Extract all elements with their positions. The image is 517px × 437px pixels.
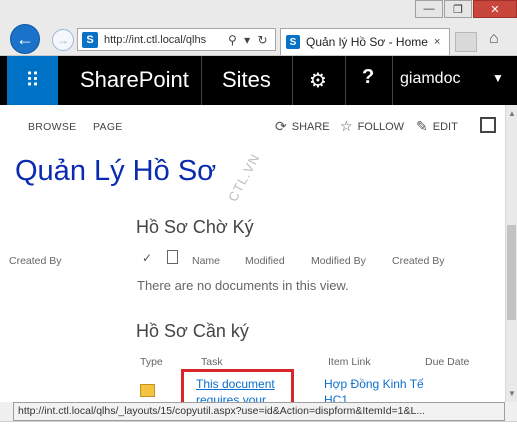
star-icon: ☆ xyxy=(340,118,353,134)
scroll-thumb[interactable] xyxy=(507,225,516,320)
focus-content-icon[interactable] xyxy=(480,117,496,133)
share-button[interactable]: ⟳ SHARE xyxy=(275,118,330,135)
new-tab-button[interactable] xyxy=(455,32,477,52)
address-bar[interactable]: S http://int.ctl.local/qlhs ⚲ ▾ ↻ xyxy=(77,28,276,51)
checkmark-icon[interactable]: ✓ xyxy=(142,251,152,265)
item-link[interactable]: Hợp Đồng Kinh Tế HC1 xyxy=(324,376,424,402)
browser-tab[interactable]: S Quản lý Hồ Sơ - Home × xyxy=(280,28,450,55)
edit-button[interactable]: ✎ EDIT xyxy=(416,118,458,135)
column-header-modified-by[interactable]: Modified By xyxy=(311,255,366,267)
share-label: SHARE xyxy=(291,120,330,133)
column-header-due-date[interactable]: Due Date xyxy=(425,356,469,368)
divider xyxy=(292,56,293,105)
tab-browse[interactable]: BROWSE xyxy=(28,121,76,133)
brand-label[interactable]: SharePoint xyxy=(80,67,189,93)
column-header-created-by[interactable]: Created By xyxy=(392,255,445,267)
tab-page[interactable]: PAGE xyxy=(93,121,123,133)
edit-label: EDIT xyxy=(432,120,458,133)
column-header-name[interactable]: Name xyxy=(192,255,220,267)
sharepoint-favicon-icon: S xyxy=(82,31,98,48)
user-menu[interactable]: giamdoc xyxy=(400,70,460,88)
scroll-down-icon[interactable]: ▼ xyxy=(508,389,516,398)
caret-down-icon[interactable]: ▼ xyxy=(492,71,504,85)
column-header-type[interactable]: Type xyxy=(140,356,163,368)
bottom-bar xyxy=(0,421,517,437)
main-content: Quản Lý Hồ Sơ CTL.VN Hồ Sơ Chờ Ký Create… xyxy=(0,147,505,402)
divider xyxy=(392,56,393,105)
app-launcher-button[interactable]: ⠿ xyxy=(7,56,58,105)
column-header-modified[interactable]: Modified xyxy=(245,255,285,267)
column-header-task[interactable]: Task xyxy=(201,356,223,368)
column-header-item-link[interactable]: Item Link xyxy=(328,356,371,368)
divider xyxy=(201,56,202,105)
ribbon: BROWSE PAGE ⟳ SHARE ☆ FOLLOW ✎ EDIT xyxy=(0,105,505,147)
document-icon xyxy=(167,250,178,264)
status-bar-url: http://int.ctl.local/qlhs/_layouts/15/co… xyxy=(13,402,505,421)
highlight-box xyxy=(181,369,294,402)
gear-icon[interactable]: ⚙ xyxy=(309,68,327,93)
empty-view-message: There are no documents in this view. xyxy=(137,278,349,293)
waffle-grid-icon: ⠿ xyxy=(25,70,40,92)
suite-bar: ⠿ SharePoint Sites ⚙ ? giamdoc ▼ xyxy=(0,56,517,105)
help-icon[interactable]: ? xyxy=(362,66,374,89)
page-title[interactable]: Quản Lý Hồ Sơ xyxy=(15,155,216,188)
follow-label: FOLLOW xyxy=(357,120,405,133)
section-title-pending[interactable]: Hồ Sơ Chờ Ký xyxy=(136,217,254,238)
address-tools[interactable]: ⚲ ▾ ↻ xyxy=(228,33,270,47)
watermark: CTL.VN xyxy=(225,150,263,205)
home-icon[interactable]: ⌂ xyxy=(489,30,499,48)
follow-button[interactable]: ☆ FOLLOW xyxy=(340,118,404,135)
address-url[interactable]: http://int.ctl.local/qlhs xyxy=(104,34,222,46)
tab-title: Quản lý Hồ Sơ - Home xyxy=(306,35,428,49)
close-window-button[interactable]: ✕ xyxy=(473,0,517,18)
section-title-to-sign[interactable]: Hồ Sơ Cần ký xyxy=(136,321,249,342)
scroll-up-icon[interactable]: ▲ xyxy=(508,109,516,118)
arrow-right-icon: → xyxy=(57,33,69,47)
minimize-button[interactable]: — xyxy=(415,0,443,18)
task-type-icon xyxy=(140,384,155,397)
forward-button[interactable]: → xyxy=(52,29,74,51)
divider xyxy=(345,56,346,105)
back-button[interactable]: ← xyxy=(10,24,40,54)
column-header-created-by-left[interactable]: Created By xyxy=(9,255,62,267)
arrow-left-icon: ← xyxy=(16,28,34,49)
restore-button[interactable]: ❐ xyxy=(444,0,472,18)
pencil-icon: ✎ xyxy=(416,118,428,134)
sites-link[interactable]: Sites xyxy=(222,67,271,93)
share-icon: ⟳ xyxy=(275,118,287,134)
sharepoint-favicon-icon: S xyxy=(286,35,300,49)
tab-close-icon[interactable]: × xyxy=(434,36,440,48)
window-controls: — ❐ ✕ xyxy=(414,0,517,20)
browser-chrome: — ❐ ✕ ← → S http://int.ctl.local/qlhs ⚲ … xyxy=(0,0,517,56)
vertical-scrollbar[interactable]: ▲ ▼ xyxy=(505,105,517,402)
